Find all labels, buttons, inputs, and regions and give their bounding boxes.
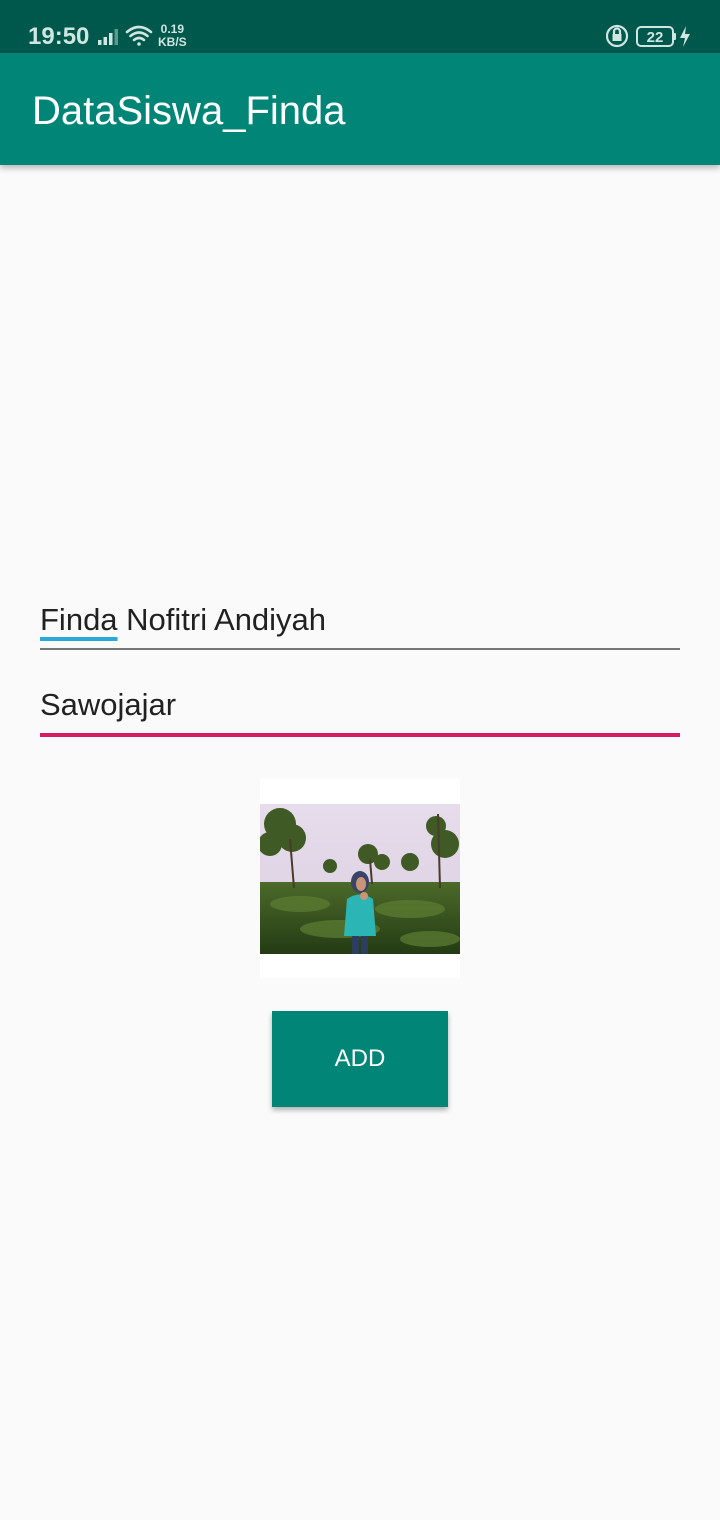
address-input-text[interactable]: Sawojajar xyxy=(40,687,176,723)
app-bar: DataSiswa_Finda xyxy=(0,53,720,165)
status-time: 19:50 xyxy=(28,23,90,50)
app-title: DataSiswa_Finda xyxy=(32,89,346,133)
network-speed-unit: KB/S xyxy=(158,35,187,49)
address-field[interactable]: Sawojajar xyxy=(40,683,680,737)
student-photo xyxy=(260,804,460,954)
name-rest: Nofitri Andiyah xyxy=(117,602,327,637)
add-button[interactable]: ADD xyxy=(272,1011,448,1107)
name-input-text[interactable]: Finda Nofitri Andiyah xyxy=(40,602,326,638)
status-icons-left xyxy=(98,25,153,46)
battery-level: 22 xyxy=(647,29,664,46)
status-bar: 19:50 0.19 KB/S 22 xyxy=(0,0,720,53)
name-field[interactable]: Finda Nofitri Andiyah xyxy=(40,598,680,650)
name-first-word: Finda xyxy=(40,602,118,637)
charging-icon xyxy=(680,26,690,47)
status-icons-right: 22 xyxy=(606,24,690,48)
rotation-lock-icon xyxy=(606,24,629,48)
wifi-icon xyxy=(125,25,153,46)
network-speed: 0.19 KB/S xyxy=(158,23,187,49)
battery-icon: 22 xyxy=(636,26,676,47)
photo-picker[interactable] xyxy=(260,779,460,978)
signal-icon xyxy=(98,29,118,45)
